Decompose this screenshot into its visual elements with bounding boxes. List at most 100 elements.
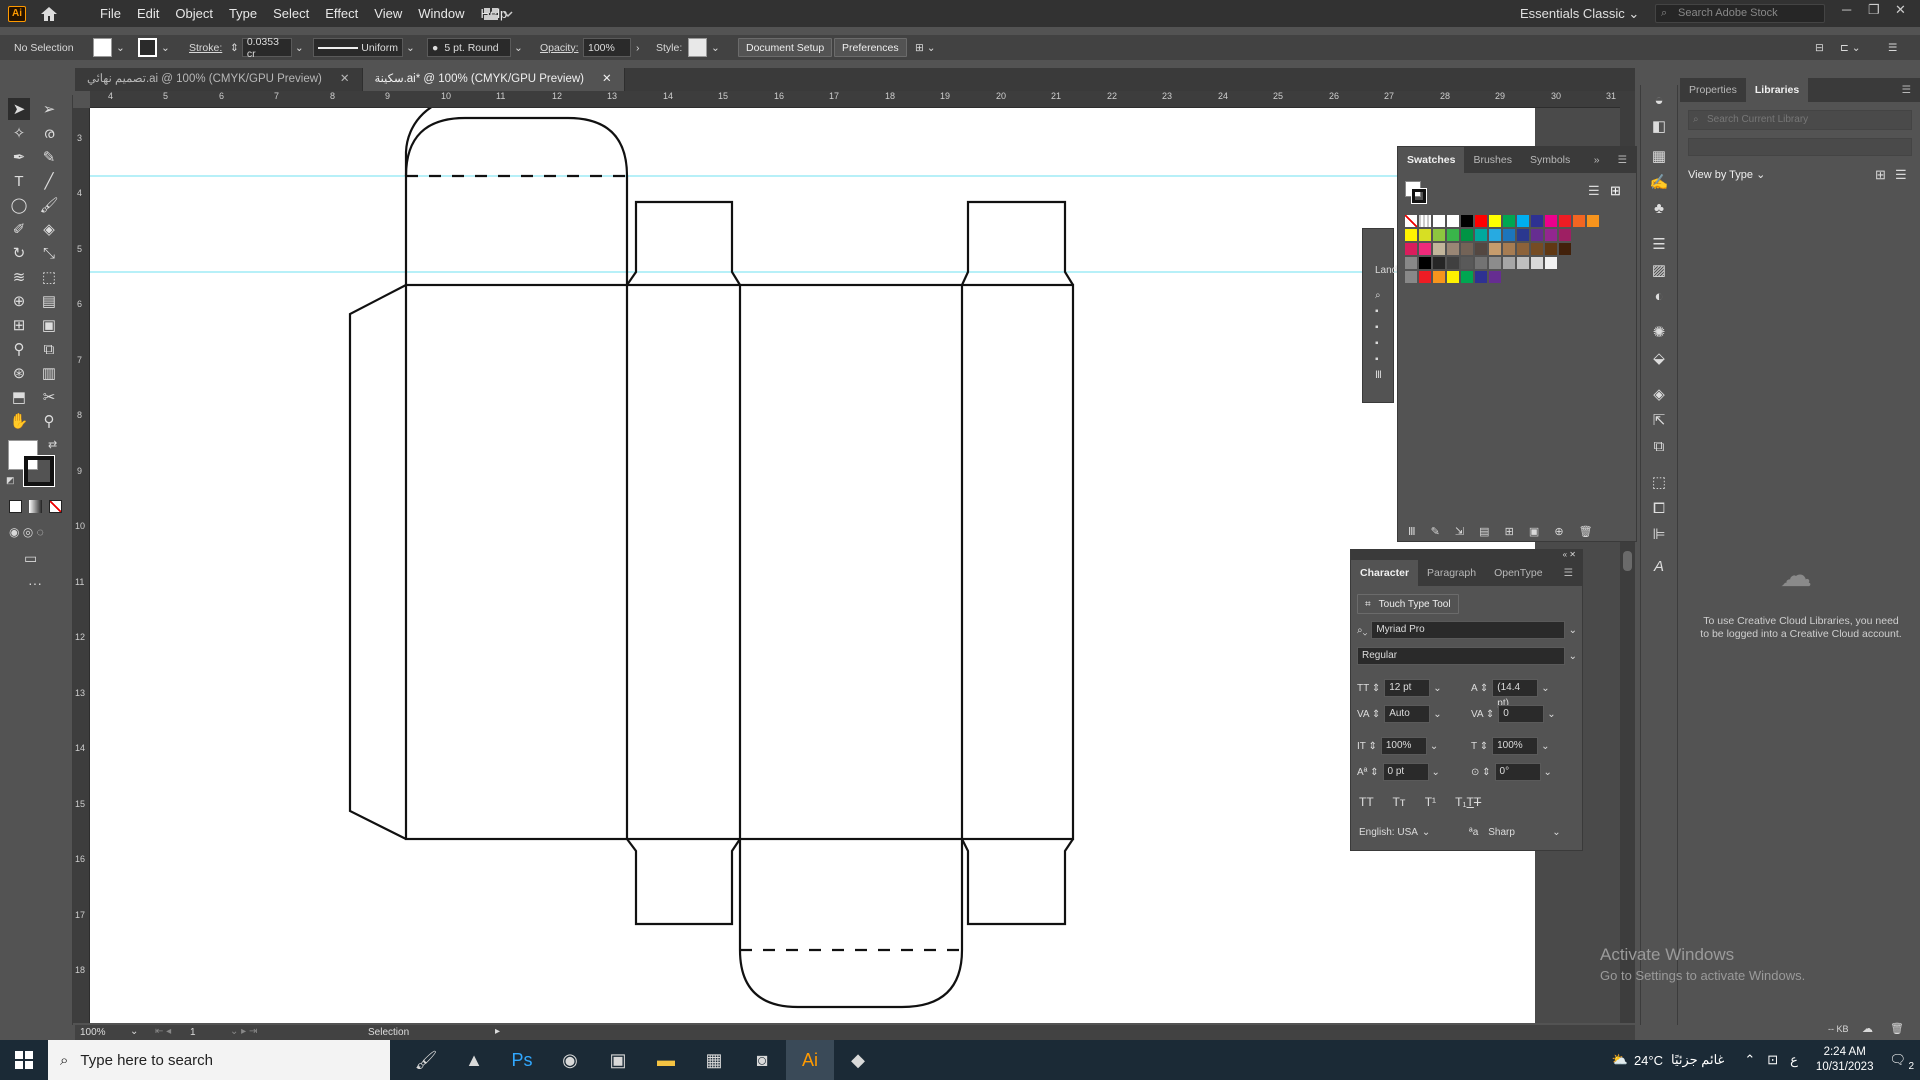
vertical-scale-field[interactable]: 100% [1380, 737, 1427, 755]
opacity-field[interactable]: 100% [583, 38, 631, 57]
chevron-down-icon[interactable]: ⌄ [295, 42, 304, 54]
chevron-down-icon[interactable]: ⌄ [1433, 683, 1441, 694]
tab-libraries[interactable]: Libraries [1745, 77, 1809, 103]
weather-text[interactable]: غائم جزئيًا [1671, 1052, 1724, 1068]
direct-selection-tool-icon[interactable]: ➢ [38, 98, 60, 120]
list-view-icon[interactable]: ☰ [1588, 183, 1600, 199]
color-swatch[interactable] [1503, 243, 1515, 255]
color-swatch[interactable] [1405, 229, 1417, 241]
color-swatch[interactable] [1461, 243, 1473, 255]
anti-alias-select[interactable]: Sharp [1488, 827, 1548, 838]
color-swatch[interactable] [1503, 215, 1515, 227]
slice-tool-icon[interactable]: ✂ [38, 386, 60, 408]
chevron-down-icon[interactable]: ⌄ [116, 42, 125, 54]
color-swatch[interactable] [1433, 229, 1445, 241]
grid-view-icon[interactable]: ⊞ [1610, 183, 1621, 199]
color-swatch[interactable] [1461, 257, 1473, 269]
color-swatch[interactable] [1517, 243, 1529, 255]
ellipse-tool-icon[interactable]: ◯ [8, 194, 30, 216]
touch-type-button[interactable]: ⌗ Touch Type Tool [1357, 594, 1459, 614]
sync-icon[interactable]: ☁ [1862, 1022, 1873, 1035]
chevron-down-icon[interactable]: ⌄ [1541, 741, 1549, 752]
type-style-buttons[interactable]: TT Tт T¹ T₁ T T [1359, 792, 1481, 812]
registration-swatch[interactable] [1419, 215, 1431, 227]
scale-tool-icon[interactable]: ⤡ [38, 242, 60, 264]
menu-view[interactable]: View [366, 0, 410, 27]
shape-builder-icon[interactable]: ⊕ [8, 290, 30, 312]
color-swatch[interactable] [1475, 271, 1487, 283]
workspace-switcher[interactable]: Essentials Classic ⌄ [1520, 0, 1639, 27]
transparency-icon[interactable]: ◐ [1648, 285, 1670, 307]
page-number[interactable]: 1 [190, 1027, 196, 1038]
color-swatch[interactable] [1489, 257, 1501, 269]
width-tool-icon[interactable]: ≋ [8, 266, 30, 288]
transform-icon[interactable]: ⊏ ⌄ [1840, 35, 1861, 60]
graphic-style-swatch[interactable] [688, 38, 707, 57]
chevron-down-icon[interactable]: ⌄ [1541, 683, 1549, 694]
shaper-tool-icon[interactable]: ✐ [8, 218, 30, 240]
menu-edit[interactable]: Edit [129, 0, 167, 27]
screen-mode-icon[interactable]: ▭ [24, 550, 37, 567]
mesh-tool-icon[interactable]: ⊞ [8, 314, 30, 336]
stock-search-input[interactable]: ⌕ Search Adobe Stock [1655, 4, 1825, 23]
lands-panel-collapsed[interactable]: Lands ⌕ ▪ ▪ ▪ ▪ Ⅲ [1362, 228, 1402, 403]
color-swatch[interactable] [1475, 229, 1487, 241]
library-select[interactable] [1688, 138, 1912, 156]
color-swatch[interactable] [1517, 215, 1529, 227]
color-swatch[interactable] [1545, 229, 1557, 241]
color-swatch[interactable] [1489, 243, 1501, 255]
none-swatch[interactable] [1405, 215, 1417, 227]
color-swatch[interactable] [1489, 271, 1501, 283]
trash-icon[interactable]: 🗑 [1890, 1022, 1904, 1035]
zoom-tool-icon[interactable]: ⚲ [38, 410, 60, 432]
color-swatch[interactable] [1531, 243, 1543, 255]
scroll-thumb[interactable] [1623, 551, 1632, 571]
asset-export-icon[interactable]: ⇱ [1648, 409, 1670, 431]
character-icon[interactable]: A [1648, 555, 1670, 577]
chevron-right-icon[interactable]: ▸ [495, 1026, 500, 1037]
color-swatch[interactable] [1489, 215, 1501, 227]
color-swatch[interactable] [1559, 229, 1571, 241]
color-swatch[interactable] [1419, 271, 1431, 283]
type-tool-icon[interactable]: T [8, 170, 30, 192]
app-icon[interactable]: ▦ [690, 1040, 738, 1080]
rotation-field[interactable]: 0° [1494, 763, 1541, 781]
color-swatch[interactable] [1447, 257, 1459, 269]
tab-document-2[interactable]: سكينة.ai* @ 100% (CMYK/GPU Preview) ✕ [362, 68, 625, 91]
page-nav-next-icons[interactable]: ⌄ ▸ ⇥ [230, 1026, 257, 1037]
tab-opentype[interactable]: OpenType [1485, 560, 1551, 586]
brush-definition[interactable]: ● 5 pt. Round [427, 38, 511, 57]
arrange-icon[interactable]: ⊞ ⌄ [915, 35, 936, 60]
color-swatch[interactable] [1489, 229, 1501, 241]
color-swatch[interactable] [1531, 229, 1543, 241]
chevron-down-icon[interactable]: ⌄ [1432, 767, 1440, 778]
font-size-field[interactable]: 12 pt [1384, 679, 1431, 697]
library-search-input[interactable]: ⌕ Search Current Library [1688, 110, 1912, 130]
tab-paragraph[interactable]: Paragraph [1418, 560, 1485, 586]
color-swatch[interactable] [1545, 243, 1557, 255]
gradient-tool-icon[interactable]: ▣ [38, 314, 60, 336]
font-family-field[interactable]: Myriad Pro [1371, 621, 1565, 639]
color-swatch[interactable] [1447, 215, 1459, 227]
app-icon[interactable]: ▣ [594, 1040, 642, 1080]
taskbar-search-box[interactable]: ⌕ Type here to search [48, 1040, 390, 1080]
windows-start-icon[interactable] [0, 1040, 48, 1080]
color-swatch[interactable] [1517, 257, 1529, 269]
lasso-icon[interactable]: ര [38, 122, 60, 144]
color-swatch[interactable] [1573, 215, 1585, 227]
layers-icon[interactable]: ◈ [1648, 383, 1670, 405]
color-swatch[interactable] [1419, 257, 1431, 269]
magic-wand-icon[interactable]: ✧ [8, 122, 30, 144]
color-guide-icon[interactable]: ◒ [1648, 89, 1670, 111]
clock[interactable]: 2:24 AM 10/31/2023 [1816, 1045, 1874, 1075]
stroke-label[interactable]: Stroke: [189, 35, 222, 60]
gradient-mode-icon[interactable] [29, 500, 42, 513]
menu-type[interactable]: Type [221, 0, 265, 27]
symbol-sprayer-icon[interactable]: ⊛ [8, 362, 30, 384]
selection-tool-icon[interactable]: ➤ [8, 98, 30, 120]
fill-swatch[interactable] [93, 38, 112, 57]
color-swatch[interactable] [1587, 215, 1599, 227]
restore-button[interactable]: ❐ [1868, 2, 1880, 18]
stroke-weight-field[interactable]: 0.0353 cr [241, 36, 292, 60]
color-swatch[interactable] [1503, 257, 1515, 269]
